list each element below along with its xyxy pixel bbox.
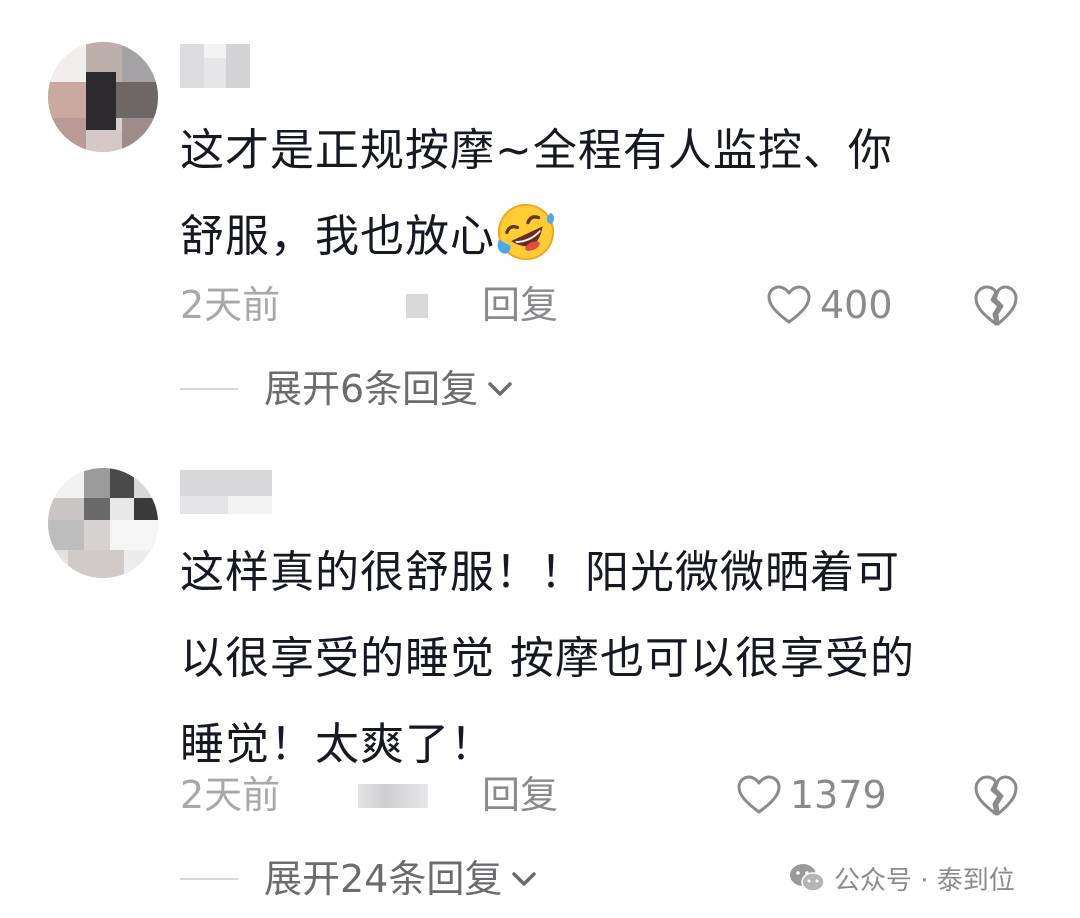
expand-replies-label: 展开24条回复 <box>264 857 503 901</box>
expand-replies-button[interactable]: 展开24条回复 <box>180 854 540 904</box>
comment-time: 2天前 <box>180 773 281 817</box>
ip-location <box>358 784 428 808</box>
divider <box>180 878 238 880</box>
comment-actions: 2天前 回复 400 <box>180 280 1040 330</box>
reply-button[interactable]: 回复 <box>482 280 558 330</box>
broken-heart-icon[interactable] <box>972 772 1020 818</box>
comment-time: 2天前 <box>180 283 281 327</box>
comment-text: 这样真的很舒服！！阳光微微晒着可 以很享受的睡觉 按摩也可以很享受的 睡觉！太爽… <box>180 530 1020 788</box>
broken-heart-icon[interactable] <box>972 282 1020 328</box>
like-button[interactable]: 400 <box>766 280 893 330</box>
like-count: 400 <box>820 283 893 327</box>
avatar[interactable] <box>48 468 158 578</box>
reply-button[interactable]: 回复 <box>482 770 558 820</box>
rolling-on-floor-laughing-icon <box>497 203 555 261</box>
wechat-icon <box>790 864 825 892</box>
heart-icon <box>767 285 811 324</box>
comment-text-fragment: 舒服，我也放心 <box>180 211 495 262</box>
watermark: 公众号 · 泰到位 <box>788 858 1015 898</box>
ip-location <box>406 294 428 318</box>
username[interactable] <box>180 44 250 88</box>
avatar[interactable] <box>48 42 158 152</box>
comment-text-line: 舒服，我也放心 <box>180 194 1020 280</box>
comment-text-line: 这才是正规按摩~全程有人监控、你 <box>180 125 893 176</box>
comment-actions: 2天前 回复 1379 <box>180 770 1040 820</box>
like-count: 1379 <box>790 773 887 817</box>
heart-icon <box>737 775 781 814</box>
divider <box>180 388 238 390</box>
chevron-down-icon <box>512 872 537 886</box>
chevron-down-icon <box>488 382 512 396</box>
comment-text-line: 以很享受的睡觉 按摩也可以很享受的 <box>180 633 915 684</box>
comment-text: 这才是正规按摩~全程有人监控、你 舒服，我也放心 <box>180 108 1020 280</box>
expand-replies-label: 展开6条回复 <box>264 367 479 411</box>
like-button[interactable]: 1379 <box>736 770 887 820</box>
watermark-text: 公众号 · 泰到位 <box>834 865 1015 896</box>
comment-text-line: 这样真的很舒服！！阳光微微晒着可 <box>180 547 900 598</box>
username[interactable] <box>180 470 272 514</box>
expand-replies-button[interactable]: 展开6条回复 <box>180 364 516 414</box>
